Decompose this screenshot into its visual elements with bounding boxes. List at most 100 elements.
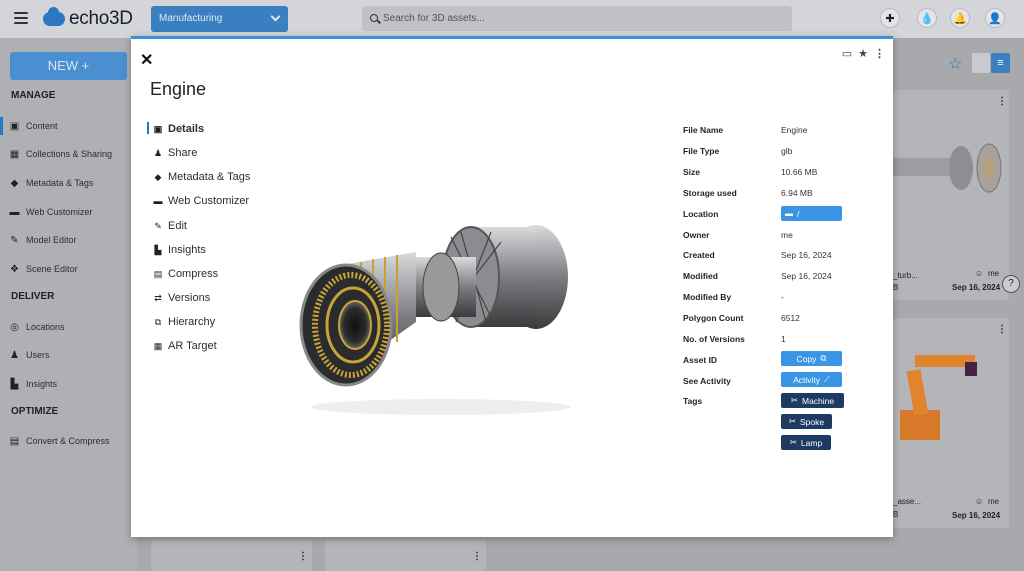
tab-share[interactable]: ♟ Share: [153, 147, 197, 159]
list-view-icon[interactable]: ≡: [991, 53, 1010, 73]
more-icon[interactable]: ⋮: [997, 324, 1007, 335]
menu-icon[interactable]: [14, 12, 28, 24]
modified-value: Sep 16, 2024: [781, 271, 832, 281]
card-date: Sep 16, 2024: [952, 511, 1001, 520]
tab-hierarchy[interactable]: ⧉ Hierarchy: [153, 316, 215, 328]
tags-label: Tags: [683, 396, 703, 406]
file-name-value: Engine: [781, 125, 808, 135]
turbine-thumbnail: [893, 143, 1002, 193]
project-select[interactable]: Manufacturing: [151, 6, 288, 32]
section-deliver: DELIVER: [11, 291, 55, 302]
puzzle-icon[interactable]: ✚: [880, 8, 900, 28]
tab-label: Share: [168, 147, 198, 159]
user-icon[interactable]: 👤: [985, 8, 1005, 28]
bell-icon[interactable]: 🔔: [950, 8, 970, 28]
project-label: Manufacturing: [159, 13, 223, 24]
sidebar-item-content[interactable]: ▣ Content: [9, 121, 58, 132]
close-icon[interactable]: ✕: [140, 50, 153, 70]
engine-preview[interactable]: [291, 207, 581, 417]
card-name: _turb...: [893, 271, 918, 280]
sidebar-item-label: Insights: [26, 379, 58, 389]
search-input[interactable]: Search for 3D assets...: [362, 6, 792, 31]
tag-lamp[interactable]: ✂ Lamp: [781, 435, 831, 450]
pencil-icon: ✎: [10, 234, 19, 246]
sidebar-item-label: Scene Editor: [26, 264, 78, 274]
asset-card[interactable]: [325, 540, 486, 571]
sidebar-item-label: Collections & Sharing: [26, 149, 113, 159]
sidebar-item-label: Content: [26, 121, 58, 131]
file-icon: ▤: [9, 435, 20, 447]
tab-label: Web Customizer: [168, 195, 250, 207]
new-button[interactable]: NEW +: [10, 52, 127, 80]
versions-icon: ⇄: [154, 292, 162, 303]
chart-icon: ▙: [154, 244, 162, 255]
more-icon[interactable]: ⋮: [874, 47, 885, 60]
vr-icon: ▬: [9, 206, 20, 218]
tab-active-indicator: [147, 122, 149, 134]
tab-label: Insights: [168, 244, 206, 256]
tab-label: Edit: [168, 220, 187, 232]
tab-versions[interactable]: ⇄ Versions: [153, 292, 210, 304]
sidebar: NEW + MANAGE ▣ Content ▦ Collections & Sha…: [0, 38, 137, 571]
drop-icon[interactable]: 💧: [917, 8, 937, 28]
card-date: Sep 16, 2024: [952, 283, 1001, 292]
tag-spoke[interactable]: ✂ Spoke: [781, 414, 832, 429]
sidebar-item-collections[interactable]: ▦ Collections & Sharing: [9, 149, 113, 160]
created-value: Sep 16, 2024: [781, 250, 832, 260]
chevron-down-icon: [270, 11, 281, 22]
sidebar-item-model-editor[interactable]: ✎ Model Editor: [9, 234, 76, 246]
location-value: /: [797, 208, 800, 219]
size-value: 10.66 MB: [781, 167, 818, 177]
robot-arm-thumbnail: [900, 355, 977, 440]
sidebar-item-scene-editor[interactable]: ❖ Scene Editor: [9, 264, 78, 275]
modal-title: Engine: [150, 79, 207, 99]
card-owner: me: [988, 269, 1000, 278]
tab-edit[interactable]: ✎ Edit: [153, 220, 187, 232]
search-placeholder: Search for 3D assets...: [383, 13, 485, 24]
tab-label: Compress: [168, 268, 219, 280]
copy-button[interactable]: Copy ⧉: [781, 351, 842, 366]
tag-machine[interactable]: ✂ Machine: [781, 393, 844, 408]
tab-compress[interactable]: ▤ Compress: [153, 268, 218, 280]
more-icon[interactable]: ⋮: [997, 96, 1007, 107]
copy-label: Copy: [796, 353, 817, 364]
grid-view-icon[interactable]: [972, 53, 990, 73]
logo[interactable]: echo3D: [43, 7, 133, 30]
help-icon[interactable]: ?: [1002, 275, 1020, 293]
folder-icon: ▬: [785, 209, 793, 218]
polygon-label: Polygon Count: [683, 313, 744, 323]
storage-label: Storage used: [683, 188, 737, 198]
tab-web-customizer[interactable]: ▬ Web Customizer: [153, 195, 250, 207]
tab-details[interactable]: ▣ Details: [153, 123, 204, 135]
sidebar-item-insights[interactable]: ▙ Insights: [9, 378, 58, 390]
tag-icon: ◆: [10, 177, 19, 189]
sidebar-item-label: Web Customizer: [26, 207, 93, 217]
star-icon[interactable]: ☆: [948, 54, 962, 74]
sidebar-item-label: Convert & Compress: [26, 436, 110, 446]
asset-card[interactable]: [151, 540, 312, 571]
tab-ar-target[interactable]: ▦ AR Target: [153, 340, 217, 352]
sidebar-item-metadata[interactable]: ◆ Metadata & Tags: [9, 177, 94, 189]
activity-button[interactable]: Activity ⟋: [781, 372, 842, 387]
sidebar-item-users[interactable]: ♟ Users: [9, 350, 50, 361]
logo-text: echo3D: [69, 8, 133, 29]
asset-details-modal: ✕ ▭ ★ ⋮ Engine ▣ Details ♟ Share ◆ Metadata…: [131, 36, 893, 537]
location-button[interactable]: ▬ /: [781, 206, 842, 221]
modified-by-label: Modified By: [683, 292, 732, 302]
star-icon[interactable]: ★: [858, 47, 868, 60]
pencil-icon: ✎: [154, 220, 162, 231]
more-icon[interactable]: ⋮: [298, 551, 308, 562]
sidebar-item-web-customizer[interactable]: ▬ Web Customizer: [9, 206, 93, 218]
tab-insights[interactable]: ▙ Insights: [153, 244, 206, 256]
comment-icon[interactable]: ▭: [842, 47, 852, 60]
versions-value: 1: [781, 334, 786, 344]
more-icon[interactable]: ⋮: [472, 551, 482, 562]
owner-value: me: [781, 230, 793, 240]
chart-icon: ▙: [10, 378, 19, 390]
tab-metadata[interactable]: ◆ Metadata & Tags: [153, 171, 251, 183]
sidebar-item-locations[interactable]: ◎ Locations: [9, 322, 64, 333]
card-size: B: [893, 283, 899, 292]
tab-label: AR Target: [168, 340, 217, 352]
tag-label: Machine: [801, 395, 835, 406]
sidebar-item-convert[interactable]: ▤ Convert & Compress: [9, 435, 110, 447]
